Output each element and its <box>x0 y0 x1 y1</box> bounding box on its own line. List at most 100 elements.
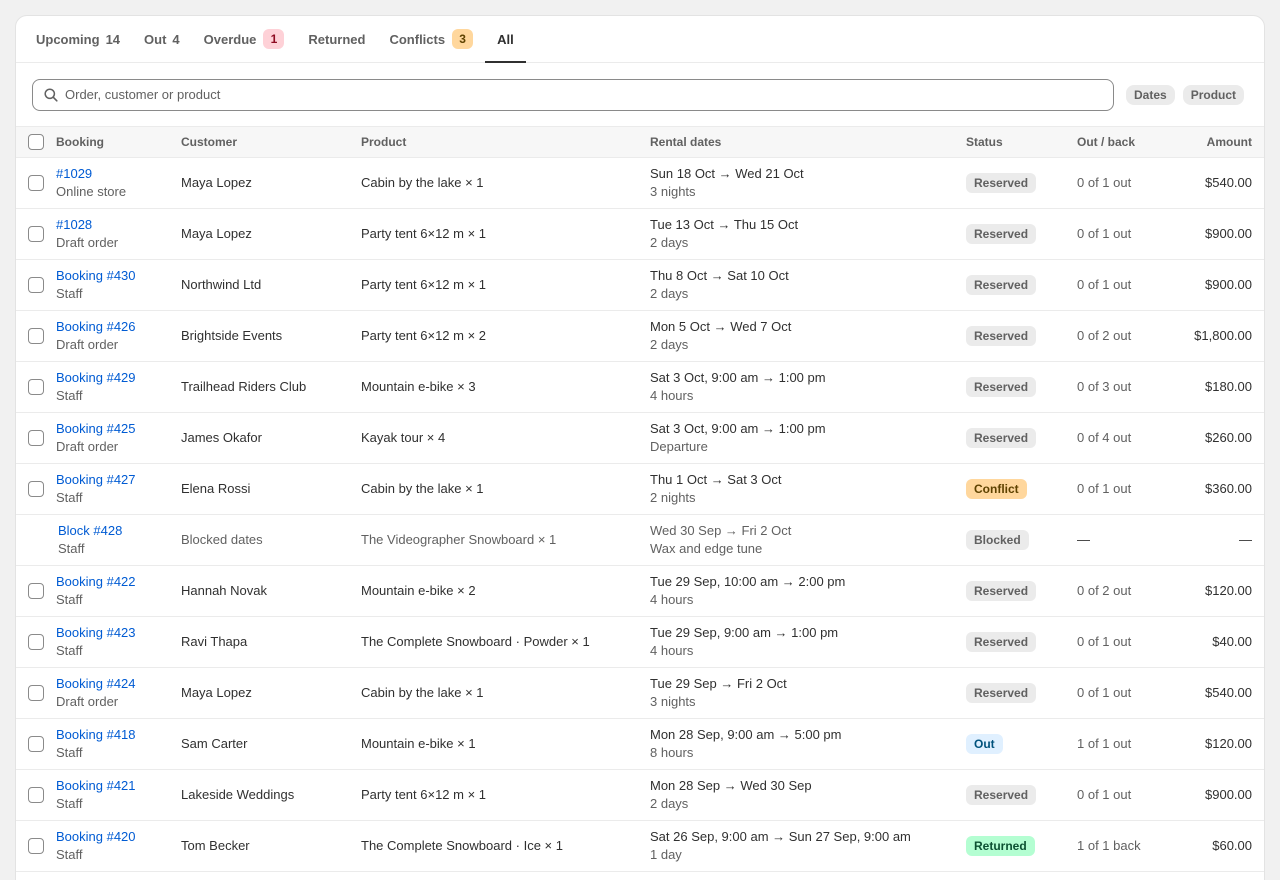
booking-link[interactable]: #1029 <box>56 166 181 182</box>
status-cell: Reserved <box>966 259 1077 311</box>
customer-cell: James Okafor <box>181 412 361 464</box>
out-back-cell: 0 of 1 out <box>1077 463 1177 515</box>
product-name: Kayak tour × 4 <box>361 430 446 445</box>
row-checkbox[interactable] <box>28 276 44 293</box>
tab-upcoming[interactable]: Upcoming 14 <box>24 16 132 62</box>
tab-overdue[interactable]: Overdue 1 <box>192 16 297 62</box>
column-header-booking[interactable]: Booking <box>56 127 181 158</box>
table-row[interactable]: Booking #423 Staff Ravi Thapa The Complete … <box>16 616 1264 668</box>
row-checkbox[interactable] <box>28 174 44 191</box>
booking-link[interactable]: Booking #421 <box>56 778 181 794</box>
rental-dates-cell: Tue 29 Sep, 10:00 am → 2:00 pm 4 hours <box>650 565 966 617</box>
customer-name: Northwind Ltd <box>181 277 262 292</box>
booking-link[interactable]: Booking #426 <box>56 319 181 335</box>
table-row[interactable]: Booking #427 Staff Elena Rossi Cabin by the… <box>16 463 1264 515</box>
table-row[interactable]: Booking #426 Draft order Brightside Events… <box>16 310 1264 362</box>
booking-cell: Booking #427 Staff <box>56 463 181 515</box>
row-checkbox[interactable] <box>28 735 44 752</box>
status-badge: Reserved <box>966 325 1037 346</box>
column-header-out-back[interactable]: Out / back <box>1077 127 1177 158</box>
row-select-cell <box>16 616 56 668</box>
product-name: Cabin by the lake × 1 <box>361 175 484 190</box>
status-badge: Reserved <box>966 376 1037 397</box>
row-checkbox[interactable] <box>28 480 44 497</box>
row-checkbox[interactable] <box>28 378 44 395</box>
out-back-value: — <box>1077 532 1090 547</box>
search-input[interactable] <box>65 87 1103 102</box>
tab-all[interactable]: All <box>485 16 526 63</box>
row-checkbox[interactable] <box>28 684 44 701</box>
booking-link[interactable]: Booking #429 <box>56 370 181 386</box>
table-row[interactable]: Block #428 Staff Blocked dates The Videogra… <box>16 514 1264 566</box>
status-cell: Reserved <box>966 361 1077 413</box>
out-back-cell: 0 of 1 out <box>1077 208 1177 260</box>
status-badge: Reserved <box>966 172 1037 193</box>
row-checkbox[interactable] <box>28 225 44 242</box>
tab-conflicts[interactable]: Conflicts 3 <box>377 16 485 62</box>
out-back-value: 0 of 1 out <box>1077 634 1132 649</box>
customer-name: Elena Rossi <box>181 481 251 496</box>
tab-out[interactable]: Out 4 <box>132 16 192 62</box>
row-checkbox[interactable] <box>28 429 44 446</box>
row-checkbox[interactable] <box>28 837 44 854</box>
table-row[interactable]: #1028 Draft order Maya Lopez Party tent 6×1… <box>16 208 1264 260</box>
amount-cell: $540.00 <box>1177 157 1264 209</box>
out-back-value: 0 of 1 out <box>1077 175 1132 190</box>
booking-link[interactable]: Block #428 <box>58 523 181 539</box>
booking-link[interactable]: Booking #427 <box>56 472 181 488</box>
table-row[interactable]: Booking #430 Staff Northwind Ltd Party tent… <box>16 259 1264 311</box>
product-cell: Party tent 6×12 m × 1 <box>361 208 650 260</box>
row-select-cell <box>16 259 56 311</box>
table-row[interactable]: Booking #429 Staff Trailhead Riders Club Mo… <box>16 361 1264 413</box>
row-checkbox[interactable] <box>28 327 44 344</box>
rental-date-range: Tue 29 Sep, 9:00 am → 1:00 pm <box>650 624 839 640</box>
column-header-amount[interactable]: Amount <box>1177 127 1264 158</box>
row-checkbox[interactable] <box>28 786 44 803</box>
product-cell: Cabin by the lake × 1 <box>361 463 650 515</box>
status-cell: Reserved <box>966 412 1077 464</box>
customer-cell: Elena Rossi <box>181 463 361 515</box>
rental-dates-cell: Tue 29 Sep, 9:00 am → 1:00 pm 4 hours <box>650 616 966 668</box>
row-select-cell <box>16 463 56 515</box>
filter-product-button[interactable]: Product <box>1182 84 1245 105</box>
select-all-checkbox[interactable] <box>28 133 44 150</box>
table-row[interactable]: Booking #418 Staff Sam Carter Mountain e-bi… <box>16 718 1264 770</box>
column-header-customer[interactable]: Customer <box>181 127 361 158</box>
column-header-rental-dates[interactable]: Rental dates <box>650 127 966 158</box>
status-cell: Reserved <box>966 667 1077 719</box>
amount-cell: $120.00 <box>1177 718 1264 770</box>
table-row[interactable]: Booking #424 Draft order Maya Lopez Cabin b… <box>16 667 1264 719</box>
tab-returned[interactable]: Returned <box>296 16 377 62</box>
table-row[interactable]: #1029 Online store Maya Lopez Cabin by the … <box>16 157 1264 209</box>
product-cell: Party tent 6×12 m × 1 <box>361 259 650 311</box>
filter-dates-button[interactable]: Dates <box>1126 84 1175 105</box>
product-cell: The Videographer Snowboard × 1 <box>361 514 650 566</box>
row-select-cell <box>16 514 56 566</box>
row-checkbox[interactable] <box>28 582 44 599</box>
booking-link[interactable]: Booking #422 <box>56 574 181 590</box>
booking-link[interactable]: Booking #430 <box>56 268 181 284</box>
table-row[interactable]: Booking #425 Draft order James Okafor Kayak… <box>16 412 1264 464</box>
column-header-product[interactable]: Product <box>361 127 650 158</box>
customer-name: Hannah Novak <box>181 583 267 598</box>
booking-link[interactable]: Booking #418 <box>56 727 181 743</box>
booking-link[interactable]: #1028 <box>56 217 181 233</box>
rental-dates-cell: Sat 26 Sep, 9:00 am → Sun 27 Sep, 9:00 a… <box>650 820 966 872</box>
table-row[interactable]: Booking #420 Staff Tom Becker The Complete … <box>16 820 1264 872</box>
table-row[interactable]: Booking #422 Staff Hannah Novak Mountain e-… <box>16 565 1264 617</box>
status-cell: Reserved <box>966 616 1077 668</box>
row-checkbox[interactable] <box>28 633 44 650</box>
product-cell: Mountain e-bike × 1 <box>361 718 650 770</box>
out-back-value: 0 of 2 out <box>1077 328 1132 343</box>
rental-dates-cell: Mon 28 Sep, 9:00 am → 5:00 pm 8 hours <box>650 718 966 770</box>
product-name: Mountain e-bike × 2 <box>361 583 476 598</box>
booking-link[interactable]: Booking #420 <box>56 829 181 845</box>
tab-bar: Upcoming 14 Out 4 Overdue 1 Returned Conflicts 3… <box>16 16 1264 63</box>
product-name: The Videographer Snowboard × 1 <box>361 532 557 547</box>
search-field[interactable] <box>32 78 1114 111</box>
table-row[interactable]: Booking #421 Staff Lakeside Weddings Party … <box>16 769 1264 821</box>
booking-link[interactable]: Booking #423 <box>56 625 181 641</box>
booking-link[interactable]: Booking #424 <box>56 676 181 692</box>
booking-link[interactable]: Booking #425 <box>56 421 181 437</box>
column-header-status[interactable]: Status <box>966 127 1077 158</box>
